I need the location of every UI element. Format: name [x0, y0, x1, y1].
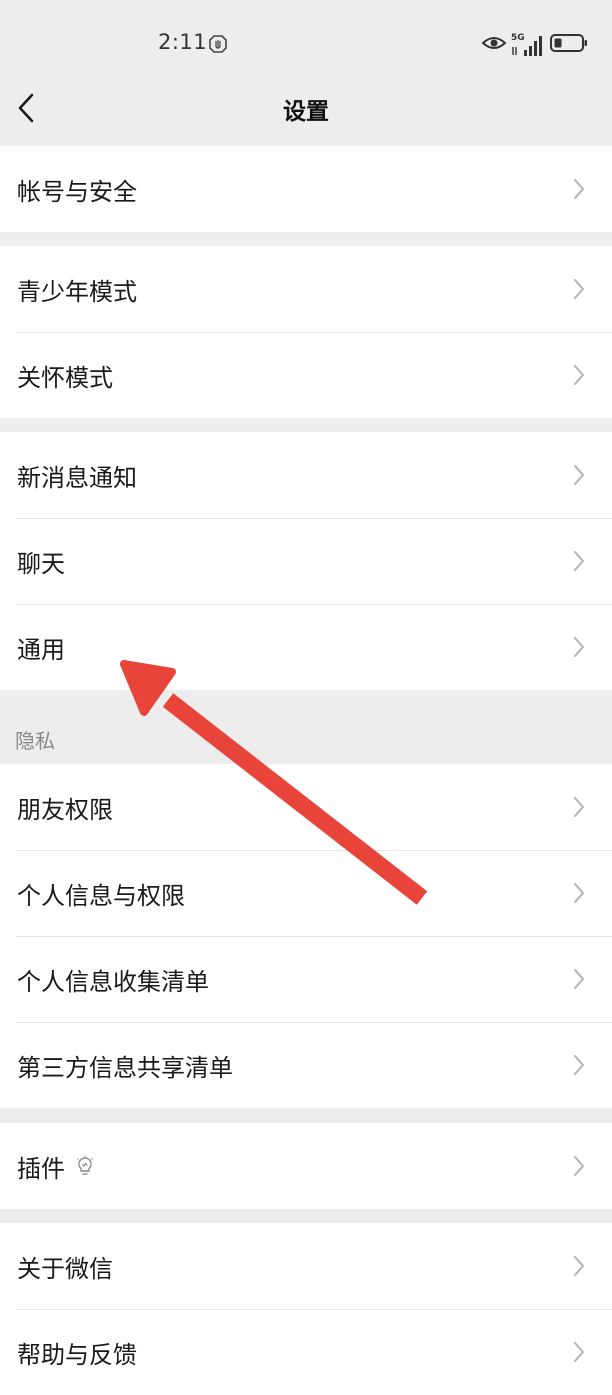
- chevron-right-icon: [574, 1055, 584, 1075]
- row-label: 插件: [17, 1154, 65, 1183]
- chevron-right-icon: [574, 637, 584, 657]
- status-bar: 2:11 5G: [0, 0, 612, 90]
- chevron-right-icon: [574, 883, 584, 903]
- settings-row-third-party-sharing[interactable]: 第三方信息共享清单: [0, 1022, 612, 1108]
- chevron-right-icon: [574, 551, 584, 571]
- row-label: 朋友权限: [17, 795, 113, 824]
- status-time: 2:11: [158, 30, 208, 54]
- settings-row-plugins[interactable]: 插件: [0, 1123, 612, 1209]
- settings-row-teen-mode[interactable]: 青少年模式: [0, 246, 612, 332]
- section-header-privacy: 隐私: [15, 729, 55, 753]
- divider: [16, 518, 612, 519]
- chevron-right-icon: [574, 179, 584, 199]
- row-label-wrap: 插件: [17, 1149, 95, 1184]
- chevron-right-icon: [574, 1156, 584, 1176]
- divider: [16, 604, 612, 605]
- settings-row-notifications[interactable]: 新消息通知: [0, 432, 612, 518]
- page-title: 设置: [283, 99, 329, 125]
- status-icons: 5G: [481, 32, 588, 58]
- bulb-icon: [77, 1155, 93, 1175]
- battery-icon: [550, 33, 588, 57]
- row-label: 帮助与反馈: [17, 1340, 137, 1369]
- row-label: 青少年模式: [17, 277, 137, 306]
- settings-group-account: 帐号与安全: [0, 146, 612, 232]
- settings-row-about-wechat[interactable]: 关于微信: [0, 1223, 612, 1309]
- settings-group-plugins: 插件: [0, 1123, 612, 1209]
- settings-row-help-feedback[interactable]: 帮助与反馈: [0, 1309, 612, 1395]
- settings-group-modes: 青少年模式 关怀模式: [0, 246, 612, 418]
- chevron-right-icon: [574, 365, 584, 385]
- settings-row-personal-info-permissions[interactable]: 个人信息与权限: [0, 850, 612, 936]
- chevron-right-icon: [574, 1256, 584, 1276]
- row-label: 帐号与安全: [17, 177, 137, 206]
- settings-group-general: 新消息通知 聊天 通用: [0, 432, 612, 690]
- chevron-right-icon: [574, 797, 584, 817]
- settings-row-care-mode[interactable]: 关怀模式: [0, 332, 612, 418]
- settings-row-general[interactable]: 通用: [0, 604, 612, 690]
- settings-group-privacy: 朋友权限 个人信息与权限 个人信息收集清单 第三方信息共享清单: [0, 764, 612, 1108]
- settings-row-chat[interactable]: 聊天: [0, 518, 612, 604]
- row-label: 聊天: [17, 549, 65, 578]
- row-label: 通用: [17, 635, 65, 664]
- divider: [16, 850, 612, 851]
- chevron-right-icon: [574, 1342, 584, 1362]
- settings-row-account-security[interactable]: 帐号与安全: [0, 146, 612, 232]
- row-label: 关怀模式: [17, 363, 113, 392]
- divider: [16, 332, 612, 333]
- settings-row-personal-info-collection[interactable]: 个人信息收集清单: [0, 936, 612, 1022]
- divider: [16, 1309, 612, 1310]
- signal-icon: 5G: [511, 33, 545, 57]
- divider: [16, 936, 612, 937]
- row-label: 新消息通知: [17, 463, 137, 492]
- settings-row-friend-permissions[interactable]: 朋友权限: [0, 764, 612, 850]
- settings-group-about: 关于微信 帮助与反馈: [0, 1223, 612, 1395]
- chevron-right-icon: [574, 279, 584, 299]
- hand-stop-icon: [208, 34, 228, 54]
- chevron-right-icon: [574, 465, 584, 485]
- eye-icon: [481, 35, 507, 55]
- row-label: 第三方信息共享清单: [17, 1053, 233, 1082]
- divider: [16, 1022, 612, 1023]
- nav-bar: 设置: [0, 78, 612, 140]
- chevron-right-icon: [574, 969, 584, 989]
- row-label: 关于微信: [17, 1254, 113, 1283]
- row-label: 个人信息收集清单: [17, 967, 209, 996]
- row-label: 个人信息与权限: [17, 881, 185, 910]
